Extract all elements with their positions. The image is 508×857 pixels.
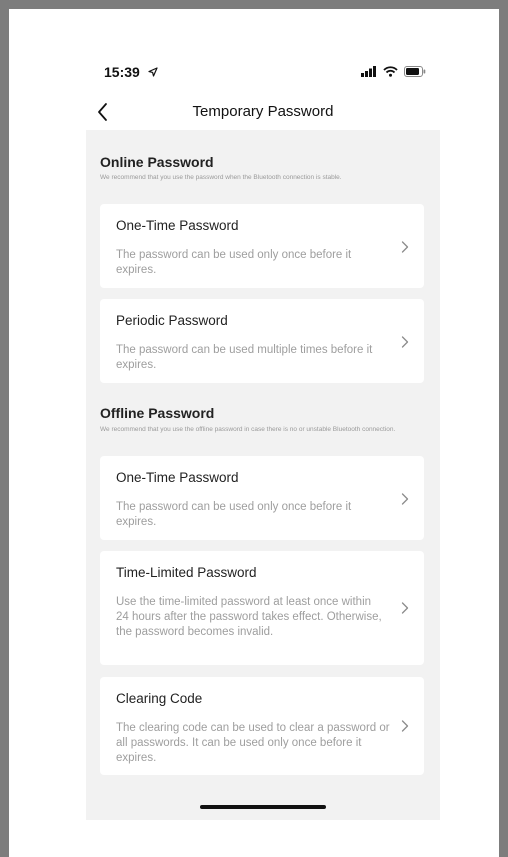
chevron-right-icon (401, 493, 409, 505)
signal-icon (361, 66, 376, 77)
offline-clearing-code-card[interactable]: Clearing Code The clearing code can be u… (100, 677, 424, 775)
chevron-right-icon (401, 336, 409, 348)
card-description: The password can be used only once befor… (116, 501, 352, 528)
offline-section-title: Offline Password (100, 405, 215, 421)
chevron-right-icon (401, 602, 409, 614)
page-title: Temporary Password (192, 103, 334, 120)
offline-one-time-password-card[interactable]: One-Time Password The password can be us… (100, 456, 424, 540)
navigation-bar: Temporary Password (86, 98, 440, 130)
password-options-list: Online Password We recommend that you us… (86, 130, 440, 820)
card-title: One-Time Password (116, 218, 239, 233)
online-one-time-password-card[interactable]: One-Time Password The password can be us… (100, 204, 424, 288)
battery-icon (404, 66, 426, 77)
location-arrow-icon (148, 67, 158, 77)
card-title: Time-Limited Password (116, 565, 257, 580)
chevron-right-icon (401, 241, 409, 253)
status-icons (361, 66, 426, 77)
card-title: Periodic Password (116, 313, 228, 328)
card-description: The password can be used multiple times … (116, 344, 373, 371)
window-frame-top (0, 0, 508, 9)
status-time: 15:39 (104, 64, 140, 80)
online-section-title: Online Password (100, 154, 214, 170)
card-description: Use the time-limited password at least o… (116, 596, 382, 638)
status-bar: 15:39 (86, 62, 440, 84)
offline-time-limited-password-card[interactable]: Time-Limited Password Use the time-limit… (100, 551, 424, 665)
card-title: Clearing Code (116, 691, 203, 706)
online-periodic-password-card[interactable]: Periodic Password The password can be us… (100, 299, 424, 383)
offline-section-description: We recommend that you use the offline pa… (100, 426, 396, 433)
wifi-icon (383, 66, 398, 77)
chevron-right-icon (401, 720, 409, 732)
window-frame-right (499, 0, 508, 857)
card-description: The password can be used only once befor… (116, 249, 352, 276)
home-indicator (200, 805, 326, 809)
card-title: One-Time Password (116, 470, 239, 485)
online-section-description: We recommend that you use the password w… (100, 174, 342, 181)
card-description: The clearing code can be used to clear a… (116, 722, 390, 764)
window-frame-left (0, 0, 9, 857)
